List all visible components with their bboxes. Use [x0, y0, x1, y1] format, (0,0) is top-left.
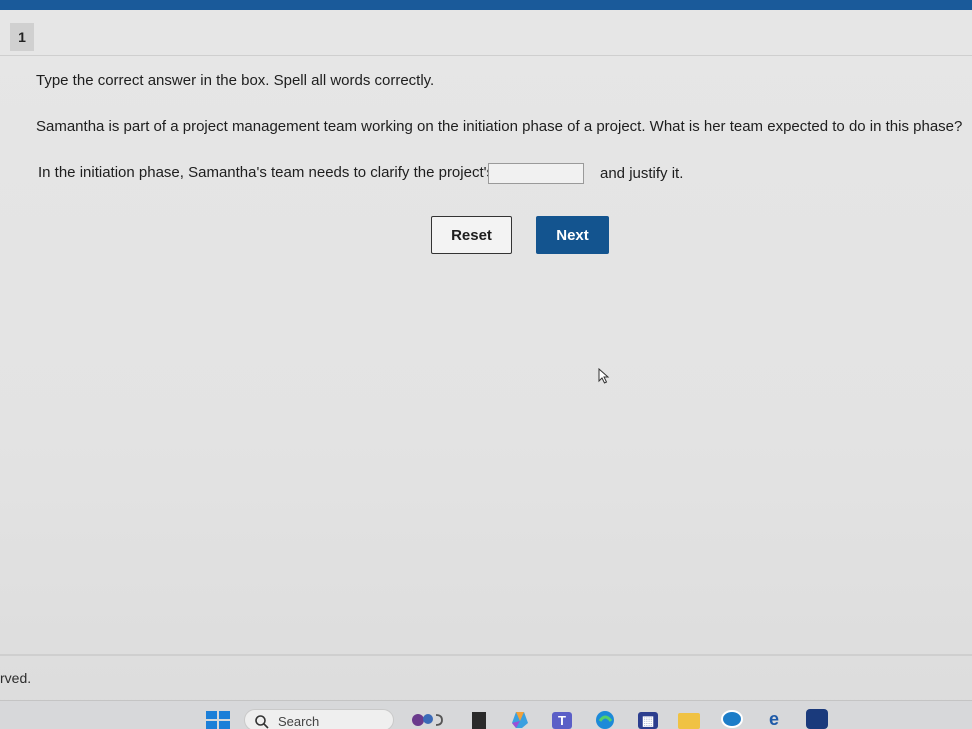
store-icon[interactable]: ▦ [638, 712, 658, 729]
footer-divider [0, 654, 972, 656]
teams-icon[interactable]: T [552, 712, 572, 729]
footer-copyright-text: rved. [0, 670, 32, 686]
file-explorer-icon[interactable] [678, 713, 700, 729]
question-number: 1 [10, 23, 34, 51]
edge-icon[interactable] [594, 709, 616, 729]
app-icon[interactable] [806, 709, 828, 729]
copilot-icon[interactable] [508, 709, 532, 729]
top-bar [0, 0, 972, 10]
question-header [0, 10, 972, 56]
answer-input[interactable] [488, 163, 584, 184]
widgets-icon[interactable] [406, 711, 450, 729]
task-view-icon[interactable] [472, 712, 486, 729]
ie-icon[interactable]: e [764, 709, 784, 729]
dell-icon[interactable] [721, 710, 743, 728]
reset-button[interactable]: Reset [431, 216, 512, 254]
mouse-cursor-icon [598, 368, 610, 384]
taskbar-search-label: Search [278, 714, 320, 729]
next-button[interactable]: Next [536, 216, 609, 254]
screen: 1 Type the correct answer in the box. Sp… [0, 0, 972, 729]
instruction-text: Type the correct answer in the box. Spel… [36, 72, 435, 89]
question-prompt: Samantha is part of a project management… [36, 118, 963, 135]
windows-start-icon[interactable] [206, 711, 230, 729]
sentence-after-blank: and justify it. [600, 165, 684, 182]
sentence-before-blank: In the initiation phase, Samantha's team… [38, 164, 494, 181]
search-icon [255, 715, 269, 729]
